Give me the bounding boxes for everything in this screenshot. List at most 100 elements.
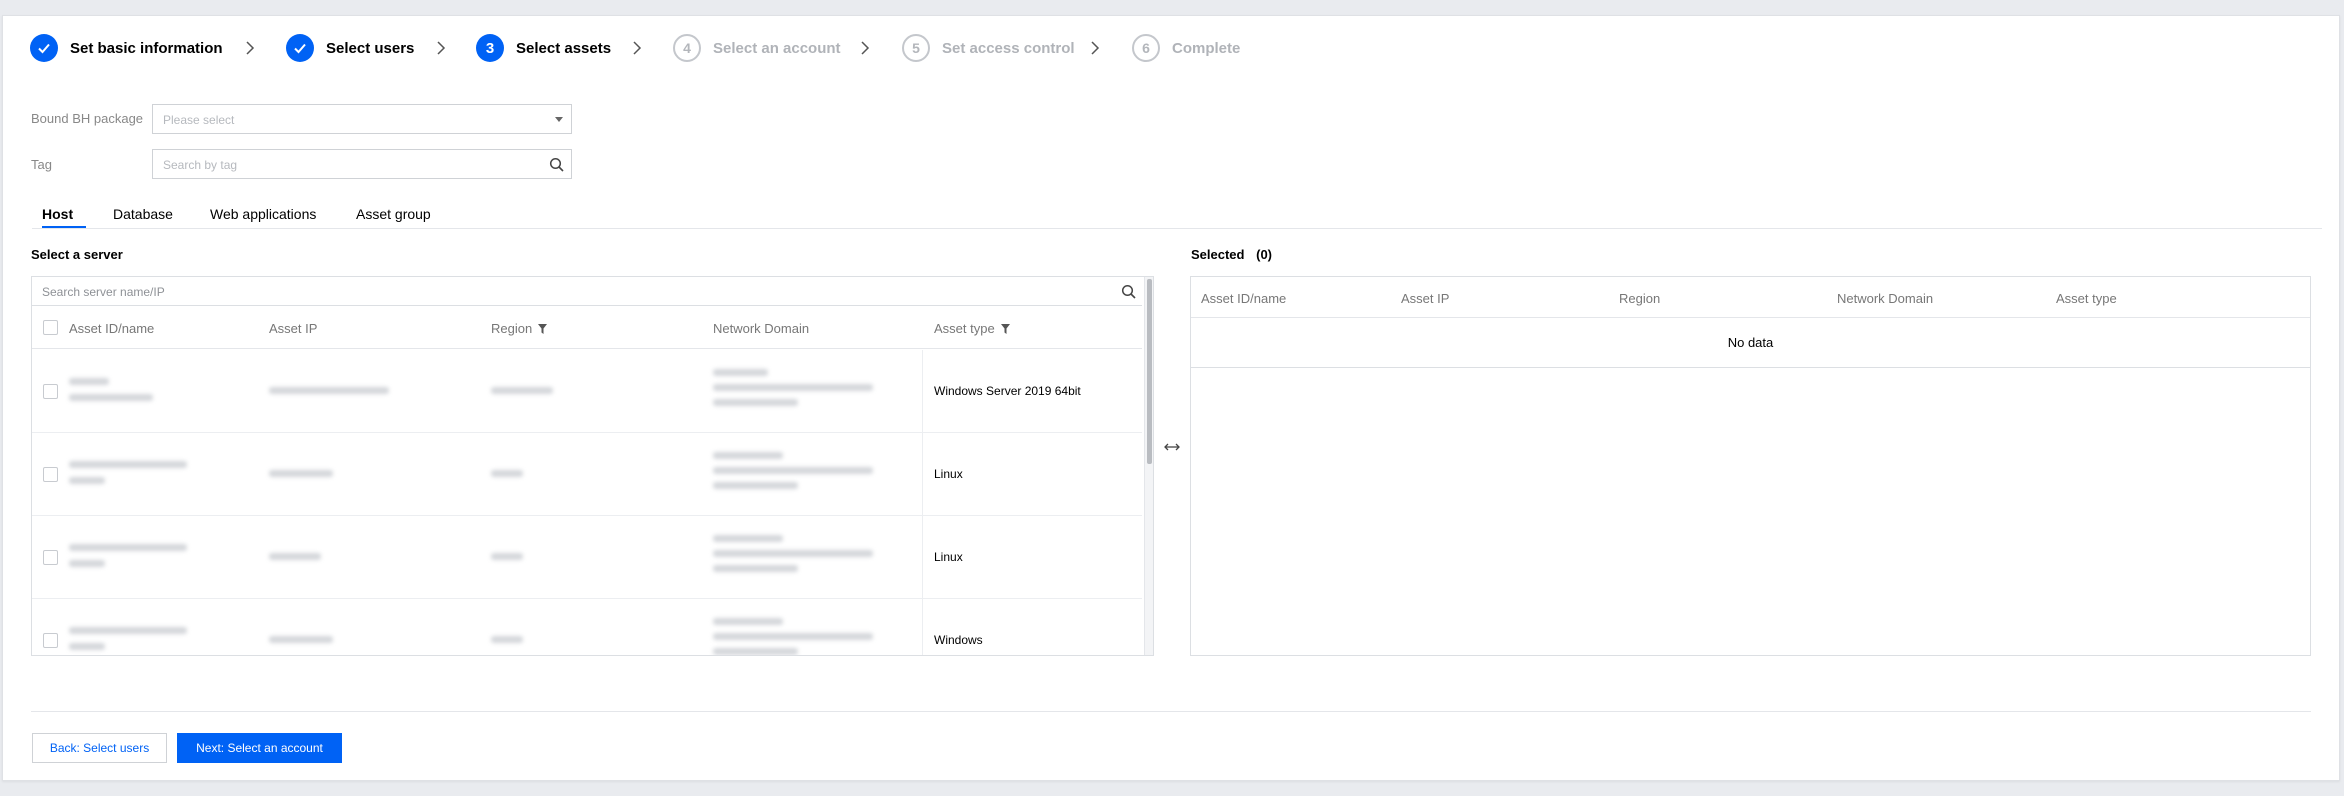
redacted-asset-name: [69, 378, 109, 385]
server-search-input[interactable]: Search server name/IP: [32, 277, 1142, 306]
table-row[interactable]: Windows Server 2019 64bit: [32, 350, 1142, 433]
column-region: Region: [491, 321, 548, 336]
column-asset-id: Asset ID/name: [69, 321, 155, 336]
resize-horizontal-icon[interactable]: [1164, 442, 1180, 452]
column-region: Region: [1619, 291, 1661, 306]
chevron-right-icon: [437, 41, 446, 55]
selected-title-label: Selected: [1191, 247, 1245, 262]
step-number: 6: [1132, 34, 1160, 62]
column-divider: [922, 516, 923, 599]
redacted-network-domain: [713, 565, 798, 572]
redacted-asset-ip: [269, 470, 333, 477]
tab-asset-group[interactable]: Asset group: [356, 206, 431, 222]
column-divider: [922, 599, 923, 655]
tag-search-placeholder: Search by tag: [163, 158, 238, 172]
redacted-asset-id: [69, 394, 153, 401]
step-basic-info: Set basic information: [30, 33, 223, 63]
row-checkbox[interactable]: [43, 550, 58, 565]
asset-type-cell: Linux: [934, 550, 963, 564]
redacted-asset-ip: [269, 636, 333, 643]
redacted-network-domain: [713, 384, 873, 391]
chevron-right-icon: [861, 41, 870, 55]
server-table: Search server name/IP Asset ID/name Asse…: [31, 276, 1154, 656]
check-icon: [286, 34, 314, 62]
row-checkbox[interactable]: [43, 633, 58, 648]
column-network-domain: Network Domain: [713, 321, 810, 336]
redacted-asset-name: [69, 544, 187, 551]
selected-table: Asset ID/name Asset IP Region Network Do…: [1190, 276, 2311, 656]
search-icon[interactable]: [1121, 284, 1136, 299]
server-table-header: Asset ID/name Asset IP Region Network Do…: [32, 307, 1142, 349]
scrollbar-thumb[interactable]: [1147, 279, 1152, 464]
redacted-region: [491, 470, 523, 477]
redacted-region: [491, 636, 523, 643]
redacted-region: [491, 553, 523, 560]
redacted-network-domain: [713, 452, 783, 459]
step-select-account: 4 Select an account: [673, 33, 841, 63]
step-select-users: Select users: [286, 33, 414, 63]
tab-host[interactable]: Host: [42, 206, 73, 222]
check-icon: [30, 34, 58, 62]
selected-table-header: Asset ID/name Asset IP Region Network Do…: [1191, 277, 2310, 318]
chevron-right-icon: [1091, 41, 1100, 55]
filter-icon[interactable]: [538, 323, 548, 334]
table-row[interactable]: Linux: [32, 516, 1142, 599]
redacted-network-domain: [713, 633, 873, 640]
selected-title: Selected (0): [1191, 247, 1272, 262]
asset-type-cell: Linux: [934, 467, 963, 481]
bh-package-placeholder: Please select: [163, 113, 235, 127]
column-asset-ip: Asset IP: [269, 321, 318, 336]
column-asset-ip: Asset IP: [1401, 291, 1450, 306]
step-number: 5: [902, 34, 930, 62]
redacted-asset-ip: [269, 553, 321, 560]
table-row[interactable]: Linux: [32, 433, 1142, 516]
selected-count: (0): [1256, 247, 1272, 262]
back-button[interactable]: Back: Select users: [32, 733, 167, 763]
tag-search-input[interactable]: Search by tag: [152, 149, 572, 179]
redacted-asset-id: [69, 477, 105, 484]
step-label: Complete: [1172, 39, 1241, 57]
filter-icon[interactable]: [1000, 323, 1010, 334]
step-label: Select assets: [516, 39, 612, 57]
active-tab-indicator: [42, 226, 86, 228]
column-asset-type: Asset type: [934, 321, 1010, 336]
server-search-placeholder: Search server name/IP: [42, 285, 165, 299]
redacted-network-domain: [713, 369, 768, 376]
row-checkbox[interactable]: [43, 467, 58, 482]
redacted-network-domain: [713, 648, 798, 655]
redacted-asset-name: [69, 461, 187, 468]
step-number: 4: [673, 34, 701, 62]
column-asset-type: Asset type: [2056, 291, 2117, 306]
step-label: Set basic information: [70, 39, 223, 57]
row-checkbox[interactable]: [43, 384, 58, 399]
redacted-network-domain: [713, 550, 873, 557]
redacted-network-domain: [713, 535, 783, 542]
step-label: Select users: [326, 39, 415, 57]
column-divider: [922, 433, 923, 516]
redacted-network-domain: [713, 618, 783, 625]
search-icon[interactable]: [549, 157, 564, 172]
step-complete: 6 Complete: [1132, 33, 1240, 63]
tag-label: Tag: [31, 157, 52, 172]
column-region-label: Region: [491, 321, 533, 336]
column-asset-id: Asset ID/name: [1201, 291, 1287, 306]
column-asset-type-label: Asset type: [934, 321, 995, 336]
redacted-asset-id: [69, 643, 105, 650]
bh-package-select[interactable]: Please select: [152, 104, 572, 134]
redacted-asset-name: [69, 627, 187, 634]
tab-database[interactable]: Database: [113, 206, 173, 222]
step-label: Select an account: [713, 39, 841, 57]
chevron-right-icon: [246, 41, 255, 55]
tab-web-applications[interactable]: Web applications: [210, 206, 316, 222]
table-row[interactable]: Windows: [32, 599, 1142, 655]
column-divider: [922, 350, 923, 433]
redacted-region: [491, 387, 553, 394]
select-server-title: Select a server: [31, 247, 123, 262]
select-all-checkbox[interactable]: [43, 320, 58, 335]
chevron-right-icon: [633, 41, 642, 55]
redacted-network-domain: [713, 482, 798, 489]
next-button[interactable]: Next: Select an account: [177, 733, 342, 763]
bh-package-label: Bound BH package: [31, 111, 144, 126]
vertical-scrollbar[interactable]: [1144, 277, 1153, 655]
empty-state-text: No data: [1191, 318, 2310, 368]
